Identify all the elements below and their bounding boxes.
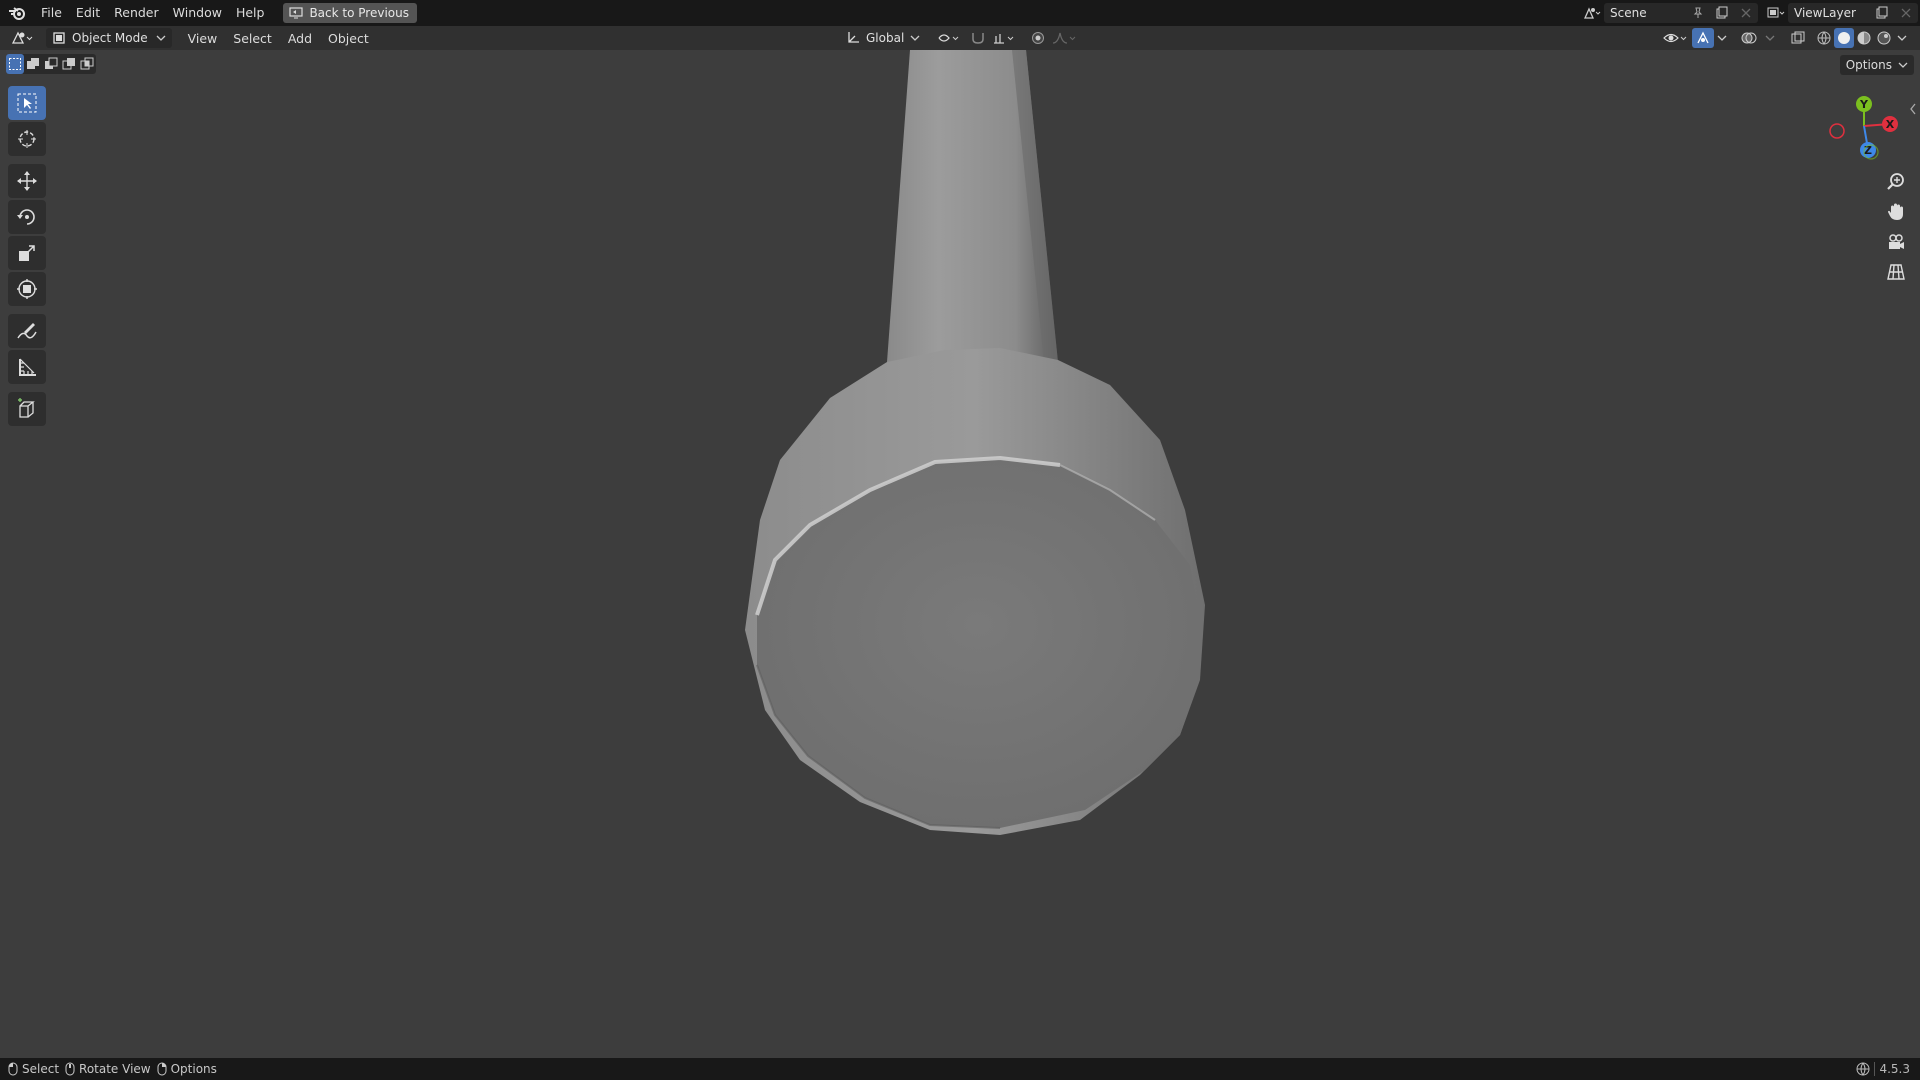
rendered-shading-icon[interactable] — [1874, 28, 1894, 48]
view-layer-field[interactable]: ViewLayer — [1788, 3, 1918, 23]
viewport-3d-object[interactable] — [0, 50, 1920, 1055]
status-rotate-label: Rotate View — [79, 1062, 151, 1076]
zoom-icon[interactable] — [1882, 168, 1910, 196]
object-visibility-icon[interactable] — [1660, 28, 1692, 48]
scene-name-field[interactable]: Scene — [1604, 3, 1758, 23]
chevron-down-icon — [156, 35, 166, 41]
viewport-gizmos-icon[interactable] — [1692, 28, 1714, 48]
transform-tools: Global — [836, 26, 1080, 50]
perspective-grid-icon[interactable] — [1882, 258, 1910, 286]
gizmos-dropdown-icon[interactable] — [1714, 28, 1730, 48]
menu-add[interactable]: Add — [280, 31, 320, 46]
falloff-icon[interactable] — [1050, 28, 1080, 48]
scene-controls: Scene ViewLayer — [1580, 0, 1920, 26]
chevron-down-icon — [910, 35, 920, 41]
menu-render[interactable]: Render — [107, 0, 166, 26]
mode-dropdown[interactable]: Object Mode — [46, 28, 172, 48]
scene-selector-icon[interactable] — [1580, 3, 1604, 23]
camera-view-icon[interactable] — [1882, 228, 1910, 256]
pin-icon[interactable] — [1686, 3, 1710, 23]
wireframe-shading-icon[interactable] — [1814, 28, 1834, 48]
x-axis-label: X — [1886, 118, 1895, 131]
navigation-gizmo[interactable]: Y X Z — [1818, 92, 1898, 172]
menu-help[interactable]: Help — [229, 0, 272, 26]
view-layer-name: ViewLayer — [1794, 6, 1856, 20]
mode-label: Object Mode — [72, 31, 148, 45]
overlays-dropdown-icon[interactable] — [1762, 28, 1778, 48]
xray-toggle-icon[interactable] — [1786, 28, 1810, 48]
viewport-display-tools — [1660, 26, 1910, 50]
status-rotate-hint: Rotate View — [65, 1062, 151, 1076]
snap-icon[interactable] — [966, 28, 990, 48]
status-select-hint: Select — [8, 1062, 59, 1076]
mouse-right-icon — [157, 1062, 167, 1076]
negative-x-axis-handle[interactable] — [1829, 123, 1845, 139]
new-view-layer-icon[interactable] — [1870, 3, 1894, 23]
screen-icon — [289, 7, 304, 19]
status-bar: Select Rotate View Options 4.5.3 — [0, 1058, 1920, 1080]
sidebar-toggle-icon[interactable] — [1908, 102, 1918, 116]
menu-window[interactable]: Window — [166, 0, 229, 26]
pivot-point-icon[interactable] — [932, 28, 966, 48]
back-to-previous-button[interactable]: Back to Previous — [283, 3, 417, 23]
overlays-icon[interactable] — [1736, 28, 1762, 48]
material-preview-shading-icon[interactable] — [1854, 28, 1874, 48]
mouse-middle-icon — [65, 1062, 75, 1076]
status-options-label: Options — [170, 1062, 217, 1076]
status-options-hint: Options — [157, 1062, 217, 1076]
status-select-label: Select — [22, 1062, 60, 1076]
scene-name: Scene — [1610, 6, 1647, 20]
orientation-label: Global — [866, 31, 905, 45]
blender-logo-icon[interactable] — [0, 0, 34, 26]
menu-view[interactable]: View — [180, 31, 226, 46]
viewport-navigation-controls — [1882, 168, 1912, 288]
orientation-axes-icon — [848, 32, 859, 43]
menu-file[interactable]: File — [34, 0, 69, 26]
shading-dropdown-icon[interactable] — [1894, 28, 1910, 48]
delete-scene-icon[interactable] — [1734, 3, 1758, 23]
solid-shading-icon[interactable] — [1834, 28, 1854, 48]
menu-object[interactable]: Object — [320, 31, 377, 46]
proportional-editing-icon[interactable] — [1026, 28, 1050, 48]
viewport-header: Object Mode View Select Add Object Globa… — [0, 26, 1920, 50]
editor-type-icon[interactable] — [4, 28, 42, 48]
menu-edit[interactable]: Edit — [69, 0, 107, 26]
mouse-left-icon — [8, 1062, 18, 1076]
globe-icon[interactable] — [1856, 1062, 1870, 1076]
orientation-dropdown[interactable]: Global — [840, 28, 926, 48]
pan-hand-icon[interactable] — [1882, 198, 1910, 226]
back-to-previous-label: Back to Previous — [309, 6, 409, 20]
view-layer-icon[interactable] — [1764, 3, 1788, 23]
top-bar: File Edit Render Window Help Back to Pre… — [0, 0, 1920, 26]
object-mode-icon — [53, 32, 65, 44]
new-scene-icon[interactable] — [1710, 3, 1734, 23]
y-axis-label: Y — [1859, 98, 1869, 111]
version-info: 4.5.3 — [1856, 1058, 1910, 1080]
menu-select[interactable]: Select — [225, 31, 280, 46]
delete-view-layer-icon[interactable] — [1894, 3, 1918, 23]
snap-target-icon[interactable] — [990, 28, 1020, 48]
version-label: 4.5.3 — [1879, 1062, 1910, 1076]
